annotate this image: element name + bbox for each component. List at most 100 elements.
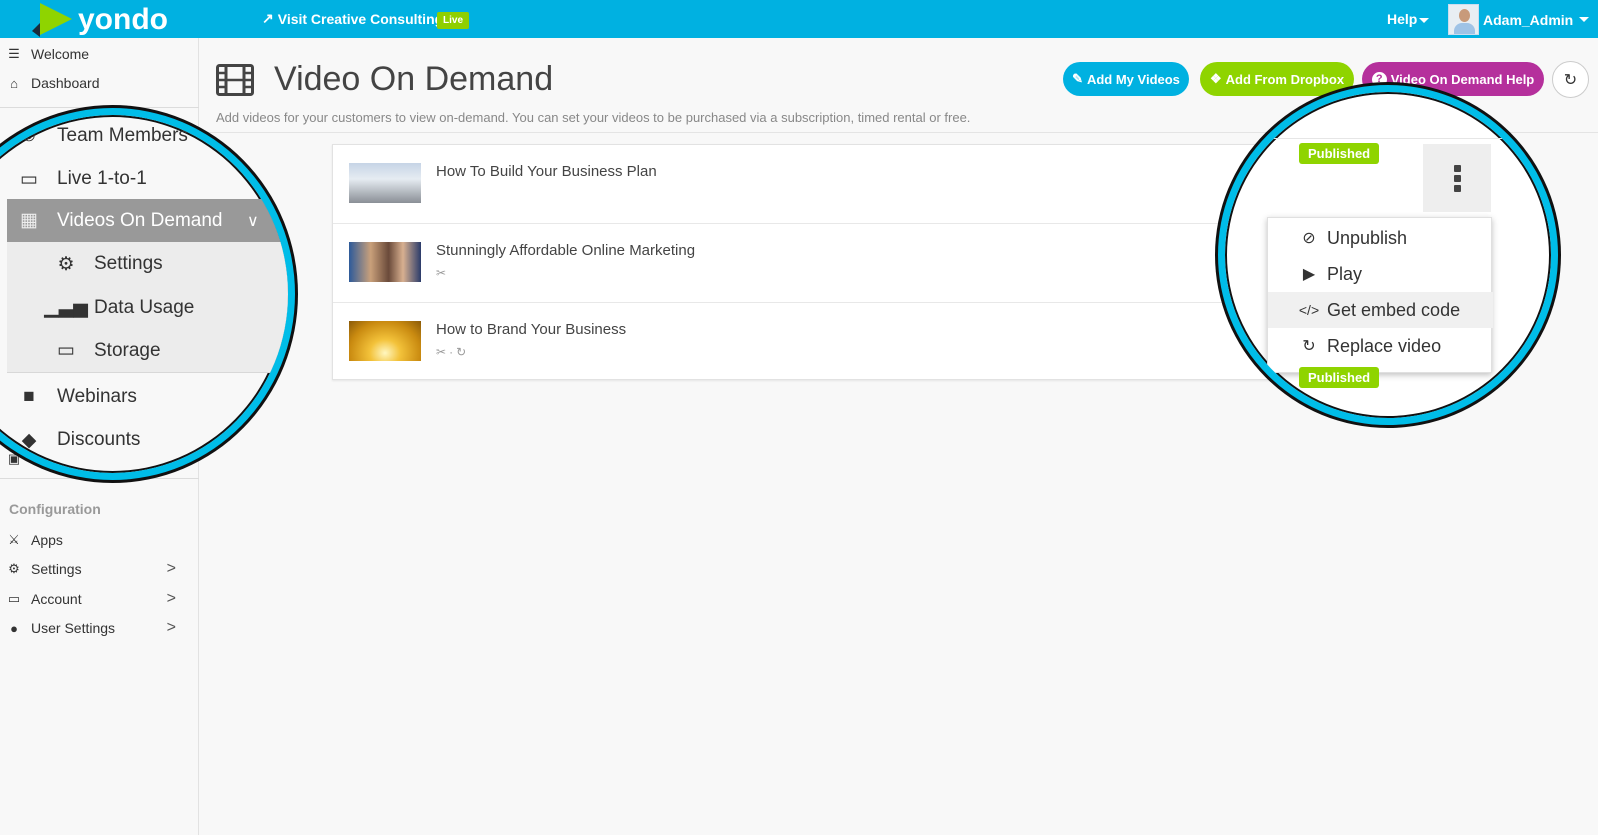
sidebar-subitem-storage[interactable]: ▭ Storage [7, 329, 288, 372]
menu-item-label: Unpublish [1327, 227, 1408, 248]
page-title: Video On Demand [274, 60, 554, 98]
bar-chart-icon: ▁▃▅ [44, 297, 88, 318]
chevron-down-icon: ∨ [247, 212, 259, 230]
status-badge: Published [1299, 367, 1380, 388]
user-menu[interactable]: Adam_Admin [1448, 4, 1590, 35]
help-menu[interactable]: Help [1387, 11, 1430, 27]
chevron-right-icon: > [166, 560, 176, 577]
top-navbar: yondo ↗ Visit Creative Consulting Live H… [0, 0, 1598, 38]
film-icon [216, 63, 254, 96]
avatar [1448, 4, 1479, 35]
sidebar-divider [7, 372, 288, 373]
sidebar-item-label: Dashboard [31, 75, 100, 91]
sidebar-item-account[interactable]: ▭ Account > [0, 588, 190, 610]
sidebar-item-label: Webinars [57, 386, 137, 407]
film-icon: ▦ [20, 210, 38, 231]
list-ol-icon: ☰ [8, 46, 20, 61]
sidebar-item-label: Account [31, 591, 82, 607]
video-thumbnail[interactable] [349, 321, 421, 361]
row-divider [1225, 138, 1551, 139]
sidebar-item-label: Apps [31, 532, 63, 548]
ticket-icon: ✂ [436, 266, 447, 280]
magnifier-sidebar: ☺ Team Members ▭ Live 1-to-1 ▦ Videos On… [0, 108, 295, 480]
sidebar-item-live-1-to-1[interactable]: ▭ Live 1-to-1 [7, 164, 288, 194]
yondo-logo-icon [32, 3, 72, 37]
chevron-right-icon: > [166, 619, 176, 636]
sidebar-item-team-members[interactable]: ☺ Team Members [7, 121, 288, 151]
hdd-icon: ▭ [57, 340, 75, 361]
sidebar-item-label: Settings [94, 253, 163, 274]
yondo-logo[interactable]: yondo [32, 3, 168, 37]
live-badge: Live [437, 12, 470, 29]
tags-icon: ◆ [21, 429, 37, 451]
video-thumbnail[interactable] [349, 163, 421, 203]
users-icon: ☺ [19, 125, 39, 146]
menu-item-unpublish[interactable]: ⊘ Unpublish [1268, 220, 1493, 256]
video-thumbnail[interactable] [349, 242, 421, 282]
button-label: Add My Videos [1086, 71, 1180, 87]
magnifier-actions: Published ⊘ Unpublish ▶ Play </> Get emb… [1218, 85, 1558, 425]
brand-name: yondo [78, 3, 168, 36]
menu-item-play[interactable]: ▶ Play [1268, 256, 1493, 292]
user-name: Adam_Admin [1483, 11, 1574, 28]
video-meta: ✂ · ↻ [436, 345, 466, 359]
sidebar-item-welcome[interactable]: ☰ Welcome [0, 43, 190, 65]
kebab-dot [1453, 184, 1461, 192]
separator-dot: · [449, 345, 454, 359]
gear-icon: ⚙ [8, 561, 20, 576]
kebab-dot [1453, 174, 1461, 182]
chevron-right-icon: > [166, 590, 176, 607]
user-icon: ● [10, 620, 18, 636]
video-title[interactable]: How to Brand Your Business [436, 321, 626, 338]
sidebar-item-label: Storage [94, 339, 161, 361]
page-header: Video On Demand [216, 60, 553, 99]
kebab-dot [1453, 164, 1461, 172]
video-meta: ✂ [436, 266, 446, 280]
sidebar-item-dashboard[interactable]: ⌂ Dashboard [0, 72, 190, 94]
status-badge: Published [1299, 143, 1380, 164]
more-actions-button[interactable] [1423, 144, 1491, 212]
sidebar-item-label: Live 1-to-1 [57, 168, 147, 189]
sidebar-subitem-settings[interactable]: ⚙ Settings [7, 242, 288, 286]
menu-item-replace-video[interactable]: ↻ Replace video [1268, 328, 1493, 364]
sidebar-item-settings[interactable]: ⚙ Settings > [0, 558, 190, 580]
refresh-icon: ↻ [1302, 338, 1316, 355]
sidebar-item-label: Discounts [57, 429, 141, 450]
sidebar-item-user-settings[interactable]: ● User Settings > [0, 617, 190, 639]
button-label: Add From Dropbox [1225, 71, 1345, 87]
menu-item-label: Replace video [1327, 335, 1442, 356]
sidebar-item-label: Team Members [57, 125, 188, 146]
video-title[interactable]: How To Build Your Business Plan [436, 163, 657, 180]
sidebar-item-discounts[interactable]: ◆ Discounts [7, 425, 288, 455]
sidebar-item-videos-on-demand[interactable]: ▦ Videos On Demand ∨ [7, 199, 288, 242]
code-icon: </> [1298, 302, 1320, 318]
caret-down-icon [1579, 17, 1590, 22]
pencil-icon: ✎ [1072, 71, 1083, 86]
menu-item-label: Get embed code [1327, 299, 1461, 320]
add-from-dropbox-button[interactable]: ❖ Add From Dropbox [1200, 62, 1354, 96]
sidebar-item-label: Welcome [31, 46, 90, 62]
video-title[interactable]: Stunningly Affordable Online Marketing [436, 242, 695, 259]
visit-site-link[interactable]: ↗ Visit Creative Consulting [262, 10, 443, 27]
sidebar-item-apps[interactable]: ⚔ Apps [0, 529, 190, 551]
refresh-button[interactable]: ↻ [1552, 61, 1589, 98]
video-camera-icon: ■ [23, 386, 35, 407]
sidebar-item-label: User Settings [31, 620, 116, 636]
sidebar-subitem-data-usage[interactable]: ▁▃▅ Data Usage [7, 286, 288, 329]
button-label: Video On Demand Help [1390, 71, 1535, 87]
actions-dropdown-menu: ⊘ Unpublish ▶ Play </> Get embed code ↻ … [1267, 217, 1493, 373]
sidebar-item-webinars[interactable]: ■ Webinars [7, 382, 288, 412]
sidebar-item-label: Videos On Demand [57, 209, 223, 231]
add-my-videos-button[interactable]: ✎ Add My Videos [1063, 62, 1189, 96]
help-label: Help [1387, 11, 1418, 27]
config-heading: Configuration [9, 501, 101, 517]
visit-site-label: Visit Creative Consulting [277, 10, 444, 27]
external-link-icon: ↗ [262, 10, 274, 26]
menu-item-label: Play [1327, 263, 1363, 284]
ban-icon: ⊘ [1302, 230, 1316, 247]
refresh-icon: ↻ [456, 345, 467, 359]
menu-item-get-embed-code[interactable]: </> Get embed code [1268, 292, 1493, 328]
caret-down-icon [1419, 17, 1430, 23]
desktop-icon: ▭ [20, 168, 38, 190]
plug-icon: ⚔ [8, 532, 20, 547]
